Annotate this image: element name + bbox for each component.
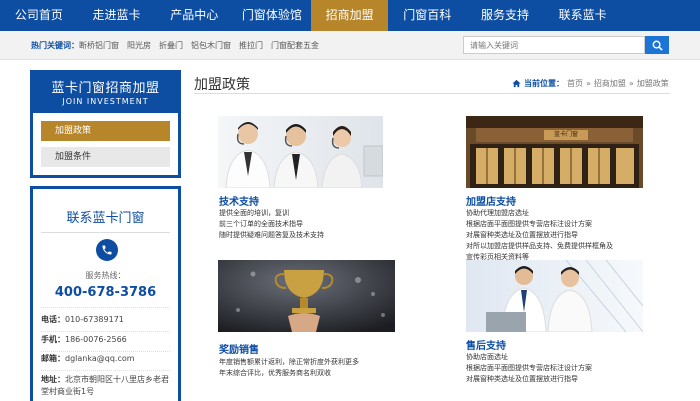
divider xyxy=(41,370,170,371)
store-sign: 蓝卡门窗 xyxy=(553,131,578,138)
card-text-line: 前三个订单的全面技术指导 xyxy=(219,220,303,228)
breadcrumb-separator: » xyxy=(586,79,591,88)
franchise-sidebar-header: 蓝卡门窗招商加盟 JOIN INVESTMENT xyxy=(33,73,178,113)
hot-keywords-list: 断桥铝门窗 阳光房 折叠门 铝包木门窗 推拉门 门窗配套五金 xyxy=(79,40,319,51)
mobile-value: 186-0076-2566 xyxy=(65,335,127,344)
hotline-label: 服务热线： xyxy=(85,271,126,280)
card-text-line: 根据店面平面图提供专营店标注设计方案 xyxy=(466,220,592,228)
search-input[interactable] xyxy=(463,36,645,54)
breadcrumb-franchise[interactable]: 招商加盟 xyxy=(594,78,626,89)
card-text-line: 协助代理加盟店选址 xyxy=(466,209,529,217)
card-title: 加盟店支持 xyxy=(466,197,516,208)
sidebar-subtitle: JOIN INVESTMENT xyxy=(62,97,149,106)
nav-encyclopedia[interactable]: 门窗百科 xyxy=(388,0,466,31)
divider xyxy=(41,351,170,352)
hot-keyword-link[interactable]: 阳光房 xyxy=(127,40,151,51)
title-divider xyxy=(194,93,670,94)
franchise-sidebar: 蓝卡门窗招商加盟 JOIN INVESTMENT 加盟政策 加盟条件 xyxy=(30,70,181,178)
tel-label: 电话： xyxy=(41,315,65,324)
nav-products[interactable]: 产品中心 xyxy=(155,0,233,31)
card-title: 技术支持 xyxy=(219,197,259,208)
breadcrumb-current: 加盟政策 xyxy=(636,79,669,88)
mobile-label: 手机： xyxy=(41,335,65,344)
card-text: 协助代理加盟店选址 根据店面平面图提供专营店标注设计方案 对展窗种类选址及位置摆… xyxy=(466,208,666,263)
search-icon xyxy=(652,40,663,51)
divider xyxy=(41,232,170,233)
contact-tel: 电话：010-67389171 xyxy=(41,314,176,326)
card-text-line: 随时提供疑难问题答复及技术支持 xyxy=(219,231,324,239)
nav-home[interactable]: 公司首页 xyxy=(0,0,78,31)
page-title: 加盟政策 xyxy=(194,77,250,93)
contact-email: 邮箱：dglanka@qq.com xyxy=(41,353,176,365)
card-text-line: 对展窗种类选址及位置摆放进行指导 xyxy=(466,231,578,239)
tech-support-image xyxy=(218,116,383,188)
email-label: 邮箱： xyxy=(41,354,65,363)
sidebar-item-policy[interactable]: 加盟政策 xyxy=(41,121,170,141)
card-text: 年度销售额累计返利，除正常折度外获利更多 年末综合评比，优秀服务商名利双收 xyxy=(219,357,409,379)
sidebar-title: 蓝卡门窗招商加盟 xyxy=(51,81,160,96)
card-text-line: 根据店面平面图提供专营店标注设计方案 xyxy=(466,364,592,372)
search-button[interactable] xyxy=(645,36,669,54)
breadcrumb-label: 当前位置： xyxy=(524,79,564,88)
card-text: 提供全面的培训，复训 前三个订单的全面技术指导 随时提供疑难问题答复及技术支持 xyxy=(219,208,409,241)
tel-value: 010-67389171 xyxy=(65,315,124,324)
sidebar-item-conditions[interactable]: 加盟条件 xyxy=(41,147,170,167)
breadcrumb: 当前位置： 首页 » 招商加盟 » 加盟政策 xyxy=(512,78,669,89)
card-text-line: 年末综合评比，优秀服务商名利双收 xyxy=(219,369,331,377)
nav-showroom[interactable]: 门窗体验馆 xyxy=(233,0,311,31)
phone-icon xyxy=(96,239,118,261)
sales-reward-image xyxy=(218,260,395,332)
hot-keyword-link[interactable]: 铝包木门窗 xyxy=(191,40,231,51)
nav-service[interactable]: 服务支持 xyxy=(466,0,544,31)
hotline-number: 400-678-3786 xyxy=(54,285,157,300)
contact-address: 地址：北京市朝阳区十八里店乡老君堂村商业街1号 xyxy=(41,374,176,398)
hot-keyword-link[interactable]: 推拉门 xyxy=(239,40,263,51)
nav-contact[interactable]: 联系蓝卡 xyxy=(544,0,622,31)
home-icon xyxy=(512,79,521,88)
card-title: 售后支持 xyxy=(466,341,506,352)
hot-keyword-link[interactable]: 断桥铝门窗 xyxy=(79,40,119,51)
nav-franchise[interactable]: 招商加盟 xyxy=(310,0,389,31)
hot-keyword-link[interactable]: 折叠门 xyxy=(159,40,183,51)
store-support-image: 蓝卡门窗 xyxy=(466,116,643,188)
after-sales-image xyxy=(466,260,643,332)
main-nav: 公司首页 走进蓝卡 产品中心 门窗体验馆 招商加盟 门窗百科 服务支持 联系蓝卡 xyxy=(0,0,700,31)
card-text-line: 协助店面选址 xyxy=(466,353,508,361)
address-label: 地址： xyxy=(41,375,65,384)
nav-about[interactable]: 走进蓝卡 xyxy=(78,0,156,31)
divider xyxy=(41,307,170,308)
contact-title: 联系蓝卡门窗 xyxy=(66,211,145,226)
hot-keywords-label: 热门关键词： xyxy=(31,41,79,50)
email-value: dglanka@qq.com xyxy=(65,354,135,363)
card-text-line: 提供全面的培训，复训 xyxy=(219,209,289,217)
contact-sidebar: 联系蓝卡门窗 服务热线： 400-678-3786 电话：010-6738917… xyxy=(30,186,181,401)
card-text-line: 年度销售额累计返利，除正常折度外获利更多 xyxy=(219,358,359,366)
card-text-line: 对展窗种类选址及位置摆放进行指导 xyxy=(466,375,578,383)
card-text-line: 对所以加盟店提供样品支持、免费提供样框角及 xyxy=(466,242,613,250)
contact-mobile: 手机：186-0076-2566 xyxy=(41,334,176,346)
hot-keyword-link[interactable]: 门窗配套五金 xyxy=(271,40,319,51)
card-title: 奖励销售 xyxy=(219,345,259,356)
breadcrumb-home[interactable]: 首页 xyxy=(567,78,583,89)
breadcrumb-separator: » xyxy=(628,79,634,88)
card-text: 协助店面选址 根据店面平面图提供专营店标注设计方案 对展窗种类选址及位置摆放进行… xyxy=(466,352,666,385)
divider xyxy=(41,331,170,332)
